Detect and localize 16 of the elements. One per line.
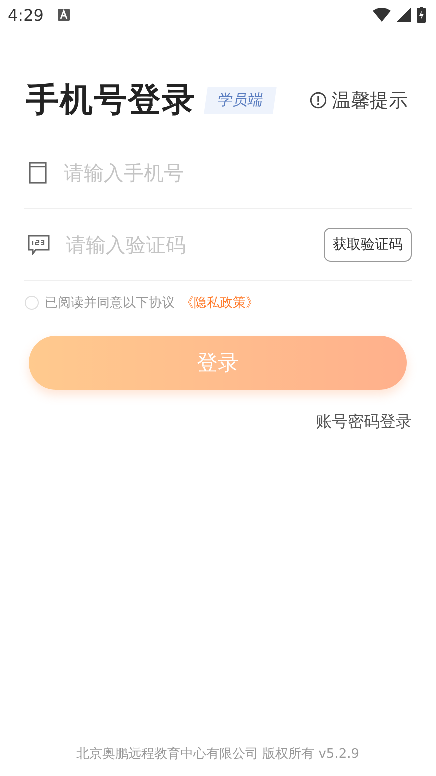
page-title: 手机号登录 bbox=[26, 79, 196, 121]
get-code-button[interactable]: 获取验证码 bbox=[324, 228, 412, 262]
wifi-icon bbox=[373, 8, 391, 22]
password-login-link[interactable]: 账号密码登录 bbox=[316, 412, 412, 433]
agreement-checkbox[interactable] bbox=[25, 296, 39, 310]
role-tag: 学员端 bbox=[204, 87, 277, 114]
message-icon bbox=[28, 234, 50, 254]
battery-icon bbox=[417, 7, 426, 23]
copyright-text: 北京奥鹏远程教育中心有限公司 版权所有 v5.2.9 bbox=[75, 746, 361, 763]
tip-button[interactable]: 温馨提示 bbox=[310, 88, 408, 114]
info-icon bbox=[310, 92, 327, 109]
notification-icon bbox=[58, 9, 70, 21]
signal-icon bbox=[397, 8, 411, 22]
agreement-text: 已阅读并同意以下协议 bbox=[45, 295, 175, 312]
phone-icon bbox=[28, 162, 48, 184]
status-time: 4:29 bbox=[8, 6, 44, 24]
